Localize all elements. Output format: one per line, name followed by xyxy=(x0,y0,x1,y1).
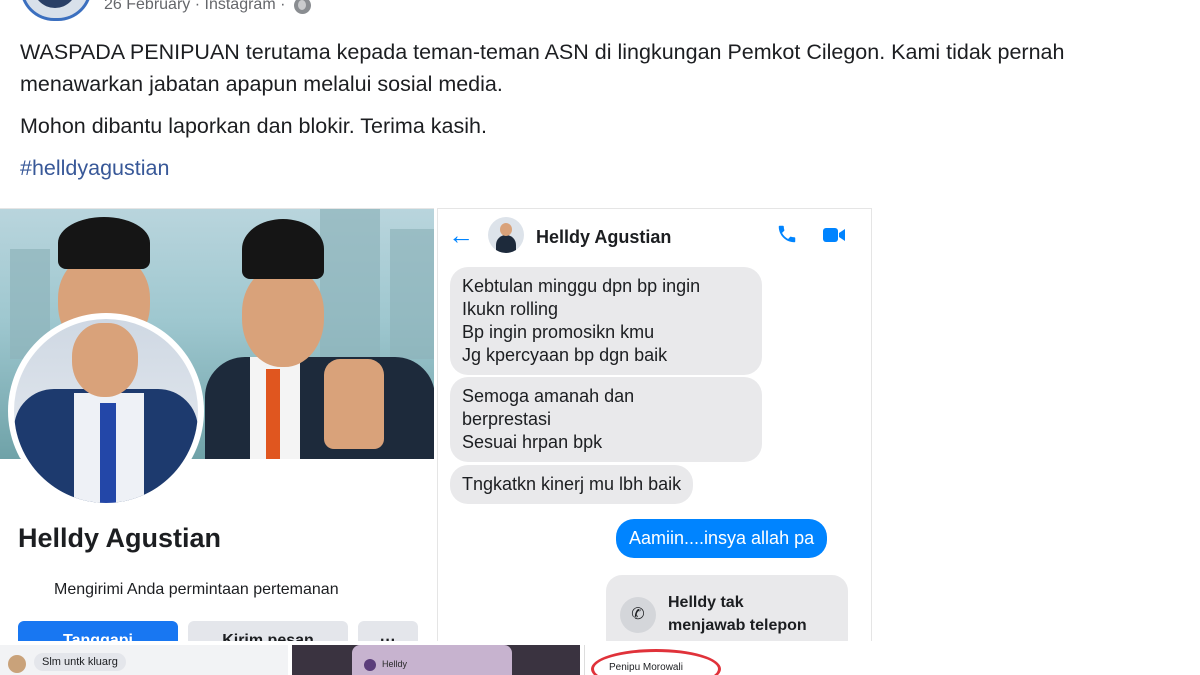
contact-name[interactable]: Helldy Agustian xyxy=(536,227,671,248)
profile-screenshot[interactable]: Helldy Agustian Mengirimi Anda permintaa… xyxy=(0,208,434,641)
more-options-label: ··· xyxy=(380,632,396,641)
meta-separator-2: · xyxy=(280,0,286,13)
send-message-button[interactable]: Kirim pesan xyxy=(188,621,348,641)
friend-request-text: Mengirimi Anda permintaan pertemanan xyxy=(54,581,339,598)
respond-button-label: Tanggapi xyxy=(63,632,133,641)
thumb-avatar xyxy=(8,655,26,673)
back-arrow-icon[interactable]: ← xyxy=(448,221,474,249)
thumbnail-3[interactable]: Penipu Morowali xyxy=(584,645,871,675)
message-bubble-1: Kebtulan minggu dpn bp ingin Ikukn rolli… xyxy=(450,267,762,375)
message-bubble-2: Semoga amanah dan berprestasi Sesuai hrp… xyxy=(450,377,762,462)
post-meta: 26 February · Instagram · xyxy=(104,0,311,14)
thumb-2-name: Helldy xyxy=(382,659,408,669)
post-header: 26 February · Instagram · xyxy=(0,0,600,21)
missed-call-card[interactable]: ✆ Helldy tak menjawab telepon xyxy=(606,575,848,641)
respond-button[interactable]: Tanggapi xyxy=(18,621,178,641)
post-body: WASPADA PENIPUAN terutama kepada teman-t… xyxy=(20,36,1170,194)
post-date[interactable]: 26 February xyxy=(104,0,190,13)
message-bubble-3: Tngkatkn kinerj mu lbh baik xyxy=(450,465,694,504)
missed-call-icon: ✆ xyxy=(620,597,656,633)
post-paragraph-2: Mohon dibantu laporkan dan blokir. Terim… xyxy=(20,114,487,138)
globe-icon xyxy=(293,0,311,14)
send-message-label: Kirim pesan xyxy=(222,632,314,641)
missed-call-text: Helldy tak menjawab telepon xyxy=(668,594,807,634)
more-options-button[interactable]: ··· xyxy=(358,621,418,641)
hashtag-link[interactable]: #helldyagustian xyxy=(20,156,169,180)
messenger-header: ← Helldy Agustian xyxy=(438,209,871,265)
post-paragraph-1: WASPADA PENIPUAN terutama kepada teman-t… xyxy=(20,40,1065,96)
page-avatar[interactable] xyxy=(20,0,92,21)
thumb-1-message: Slm untk kluarg xyxy=(34,653,126,671)
phone-icon[interactable] xyxy=(776,223,798,245)
contact-avatar[interactable] xyxy=(488,217,524,253)
video-call-icon[interactable] xyxy=(822,225,846,245)
messenger-screenshot[interactable]: ← Helldy Agustian Kebtulan minggu dpn bp… xyxy=(437,208,872,641)
post-source: Instagram xyxy=(204,0,276,13)
thumbnail-2[interactable]: Helldy xyxy=(292,645,580,675)
thumb-3-text: Penipu Morowali xyxy=(609,662,683,673)
message-bubble-sent: Aamiin....insya allah pa xyxy=(616,519,828,558)
thumbnail-1[interactable]: Slm untk kluarg xyxy=(0,645,288,675)
profile-picture[interactable] xyxy=(8,313,204,509)
profile-name[interactable]: Helldy Agustian xyxy=(18,523,221,554)
